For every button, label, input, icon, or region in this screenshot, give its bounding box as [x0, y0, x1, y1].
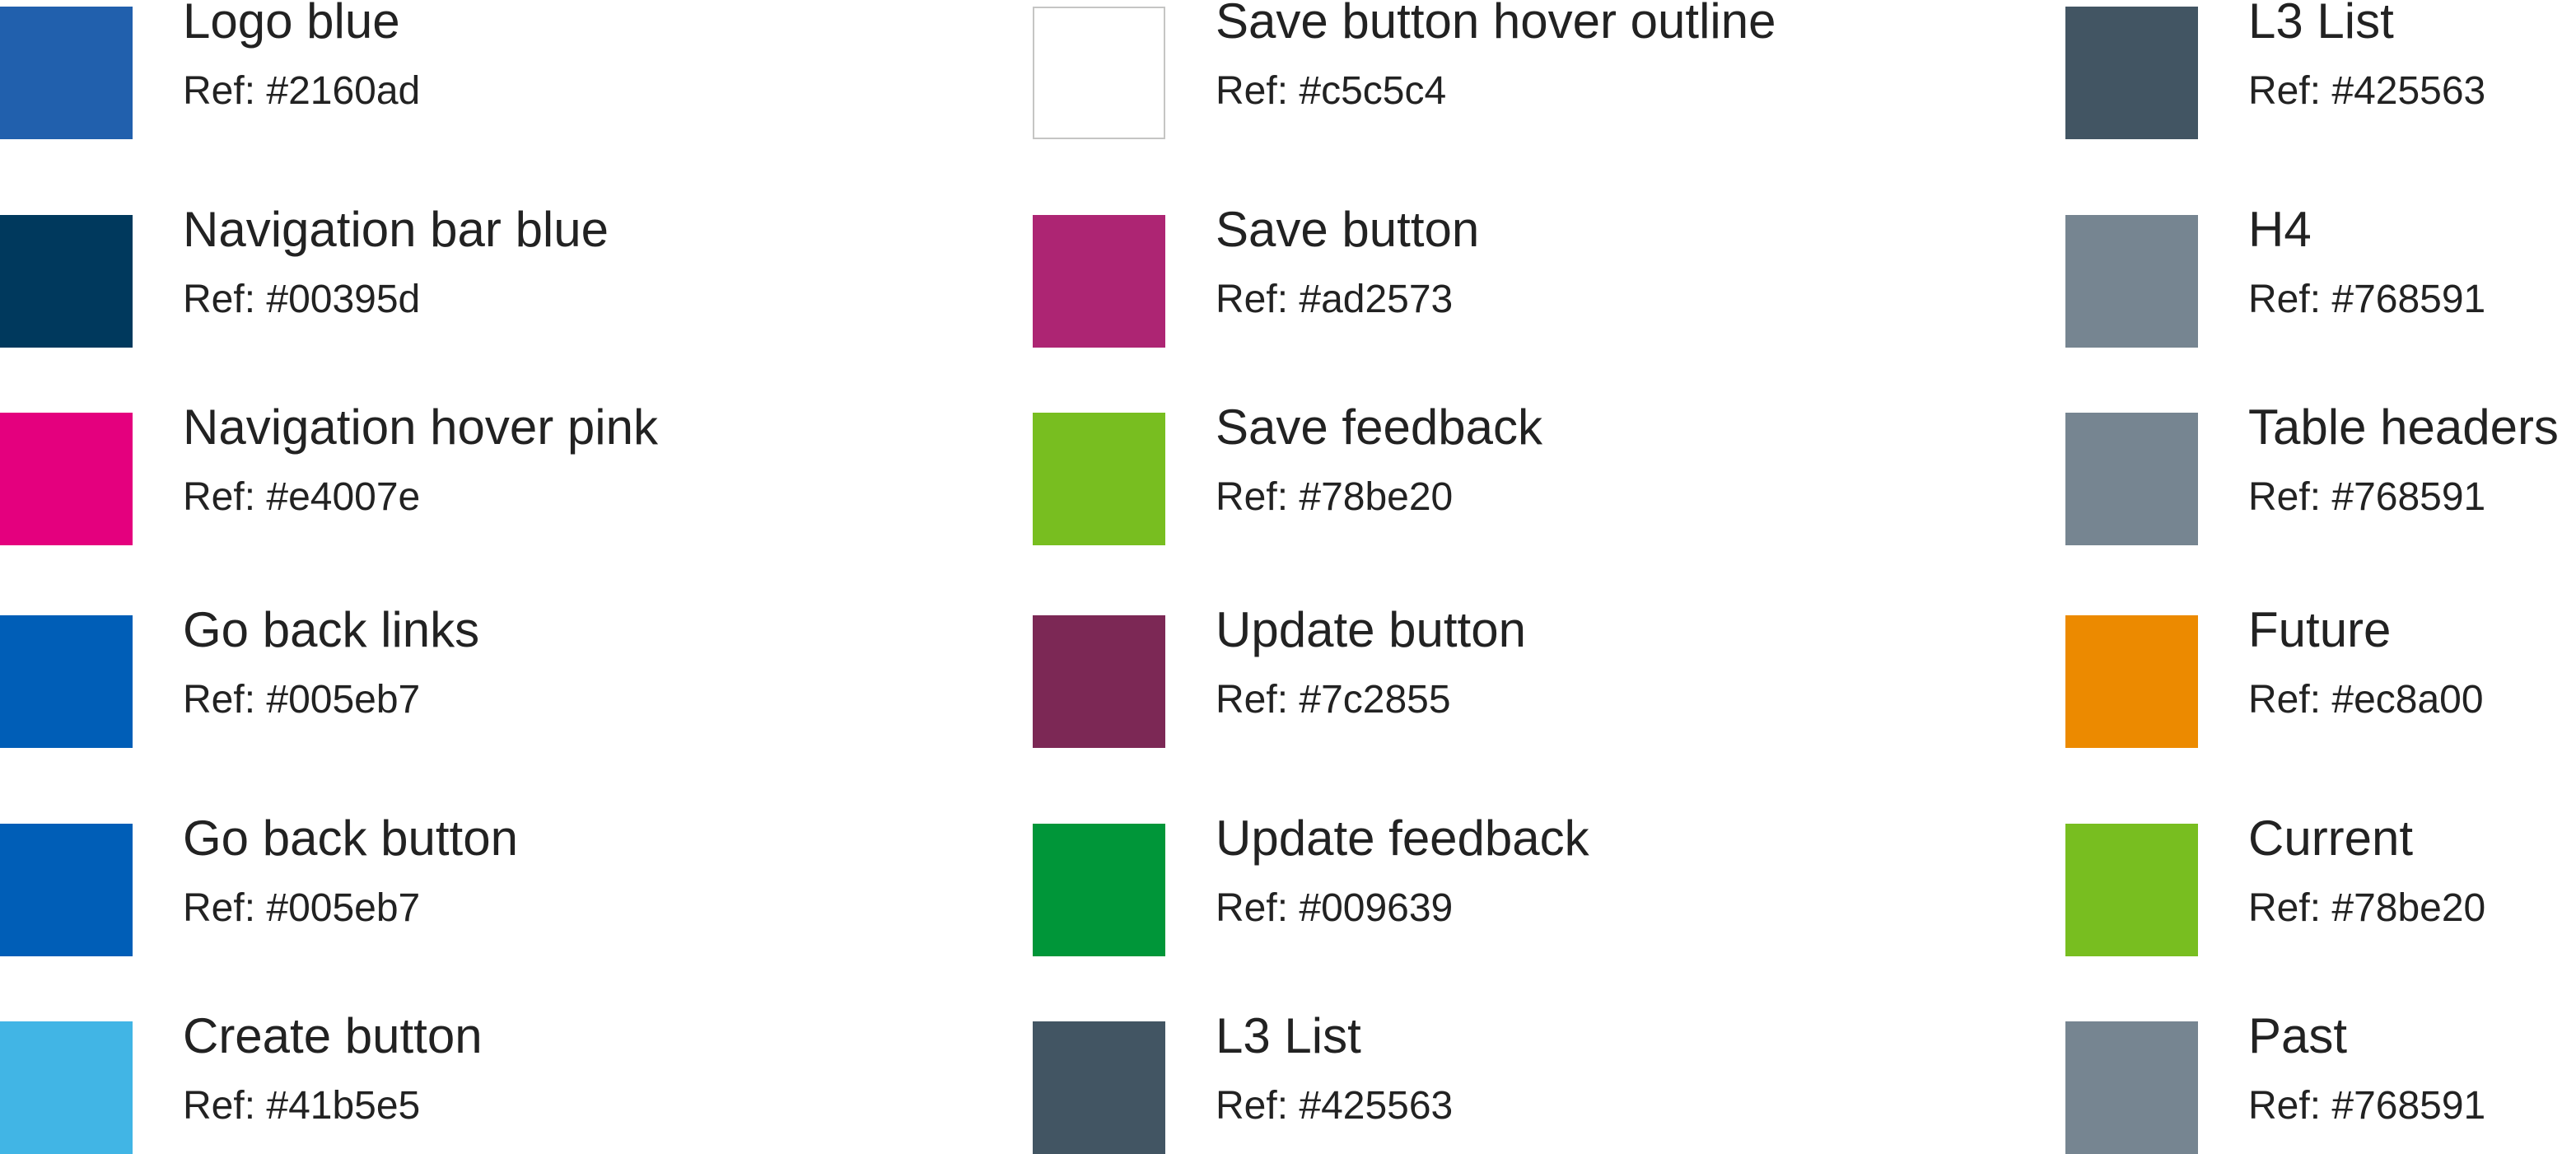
color-ref: Ref: #00395d [183, 278, 421, 321]
color-swatch-item: L3 List Ref: #425563 [2065, 0, 2576, 139]
color-swatch-item: Go back links Ref: #005eb7 [0, 604, 511, 748]
color-name: Table headers [2248, 399, 2559, 455]
color-chip [1033, 824, 1165, 956]
color-chip [1033, 413, 1165, 545]
color-swatch-item: Update feedback Ref: #009639 [1033, 812, 1589, 956]
color-ref: Ref: #768591 [2248, 1084, 2486, 1128]
color-name: Update feedback [1216, 811, 1589, 866]
color-ref: Ref: #7c2855 [1216, 678, 1451, 722]
color-name: Navigation bar blue [183, 202, 609, 257]
color-chip [2065, 615, 2198, 748]
color-ref: Ref: #ec8a00 [2248, 678, 2484, 722]
color-name: Go back button [183, 811, 518, 866]
color-chip [1033, 215, 1165, 348]
color-swatch-item: Navigation bar blue Ref: #00395d [0, 203, 609, 348]
color-swatch-item: Create button Ref: #41b5e5 [0, 1010, 511, 1154]
color-ref: Ref: #425563 [2248, 69, 2486, 113]
color-name: Navigation hover pink [183, 399, 659, 455]
color-chip [1033, 7, 1165, 139]
color-name: L3 List [1216, 1008, 1361, 1063]
color-swatch-item: Current Ref: #78be20 [2065, 812, 2576, 956]
color-ref: Ref: #768591 [2248, 475, 2486, 519]
color-ref: Ref: #e4007e [183, 475, 421, 519]
color-chip [2065, 7, 2198, 139]
palette-column: Logo blue Ref: #2160ad Navigation bar bl… [0, 0, 1033, 1154]
color-ref: Ref: #009639 [1216, 886, 1454, 930]
color-name: Past [2248, 1008, 2348, 1063]
color-name: Save button hover outline [1216, 0, 1776, 49]
color-swatch-item: Save feedback Ref: #78be20 [1033, 401, 1543, 545]
color-chip [1033, 1021, 1165, 1154]
color-ref: Ref: #c5c5c4 [1216, 69, 1447, 113]
color-chip [1033, 615, 1165, 748]
color-name: Update button [1216, 602, 1526, 657]
color-swatch-item: Past Ref: #768591 [2065, 1010, 2576, 1154]
color-ref: Ref: #425563 [1216, 1084, 1454, 1128]
color-chip [0, 824, 133, 956]
color-chip [0, 1021, 133, 1154]
color-ref: Ref: #41b5e5 [183, 1084, 421, 1128]
color-chip [2065, 1021, 2198, 1154]
color-chip [2065, 824, 2198, 956]
color-ref: Ref: #768591 [2248, 278, 2486, 321]
color-swatch-item: Save button Ref: #ad2573 [1033, 203, 1543, 348]
color-chip [2065, 215, 2198, 348]
color-chip [0, 413, 133, 545]
color-name: Create button [183, 1008, 483, 1063]
color-swatch-item: H4 Ref: #768591 [2065, 203, 2576, 348]
palette-column: Save button hover outline Ref: #c5c5c4 S… [1033, 0, 2065, 1154]
color-chip [0, 615, 133, 748]
color-swatch-item: Future Ref: #ec8a00 [2065, 604, 2576, 748]
color-ref: Ref: #78be20 [1216, 475, 1454, 519]
color-name: Save button [1216, 202, 1480, 257]
color-ref: Ref: #78be20 [2248, 886, 2486, 930]
palette-column: L3 List Ref: #425563 H4 Ref: #768591 Tab… [2065, 0, 2576, 1154]
color-ref: Ref: #2160ad [183, 69, 421, 113]
color-ref: Ref: #005eb7 [183, 886, 421, 930]
color-name: Future [2248, 602, 2392, 657]
color-name: Go back links [183, 602, 480, 657]
color-swatch-item: Logo blue Ref: #2160ad [0, 0, 511, 139]
color-chip [2065, 413, 2198, 545]
color-name: L3 List [2248, 0, 2394, 49]
color-swatch-item: Table headers Ref: #768591 [2065, 401, 2576, 545]
color-swatch-item: Go back button Ref: #005eb7 [0, 812, 518, 956]
color-name: Logo blue [183, 0, 400, 49]
color-name: Save feedback [1216, 399, 1542, 455]
color-name: Current [2248, 811, 2414, 866]
color-palette: Logo blue Ref: #2160ad Navigation bar bl… [0, 0, 2576, 1154]
color-swatch-item: L3 List Ref: #425563 [1033, 1010, 1543, 1154]
color-swatch-item: Update button Ref: #7c2855 [1033, 604, 1543, 748]
color-swatch-item: Save button hover outline Ref: #c5c5c4 [1033, 0, 1776, 139]
color-name: H4 [2248, 202, 2312, 257]
color-swatch-item: Navigation hover pink Ref: #e4007e [0, 401, 658, 545]
color-chip [0, 215, 133, 348]
color-ref: Ref: #ad2573 [1216, 278, 1454, 321]
color-chip [0, 7, 133, 139]
color-ref: Ref: #005eb7 [183, 678, 421, 722]
